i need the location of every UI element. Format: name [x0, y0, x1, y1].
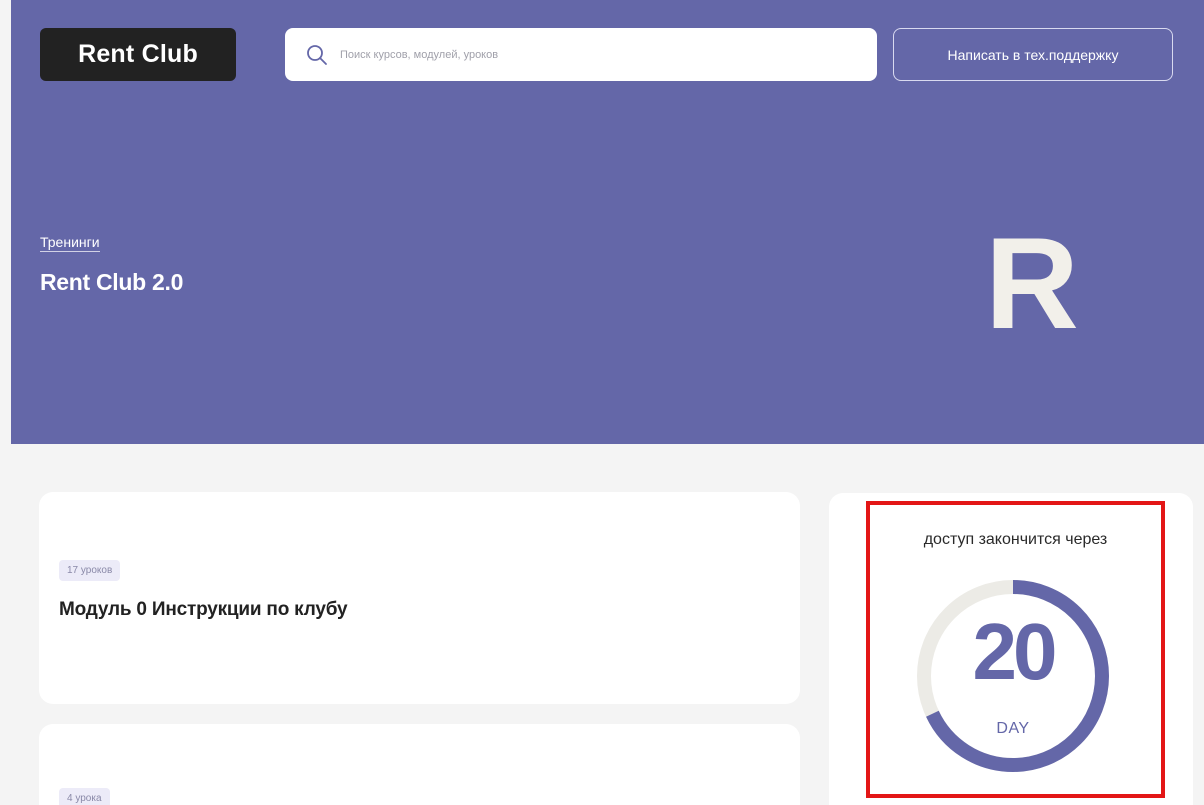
lessons-count-badge: 4 урока — [59, 788, 110, 805]
module-card[interactable]: 4 урока — [39, 724, 800, 805]
support-button[interactable]: Написать в тех.поддержку — [893, 28, 1173, 81]
highlight-frame — [866, 501, 1165, 798]
module-card[interactable]: 17 уроков Модуль 0 Инструкции по клубу — [39, 492, 800, 704]
logo[interactable]: Rent Club — [40, 28, 236, 81]
search-bar[interactable] — [285, 28, 877, 81]
search-icon — [306, 44, 328, 66]
page-title: Rent Club 2.0 — [40, 269, 184, 295]
hero-banner: Rent Club Написать в тех.поддержку Трени… — [11, 0, 1204, 444]
breadcrumb-trainings[interactable]: Тренинги — [40, 234, 100, 252]
brand-mark-logo: R — [985, 210, 1079, 356]
page: Rent Club Написать в тех.поддержку Трени… — [0, 0, 1204, 805]
search-input[interactable] — [340, 39, 840, 70]
module-title[interactable]: Модуль 0 Инструкции по клубу — [59, 599, 348, 621]
lessons-count-badge: 17 уроков — [59, 560, 121, 581]
